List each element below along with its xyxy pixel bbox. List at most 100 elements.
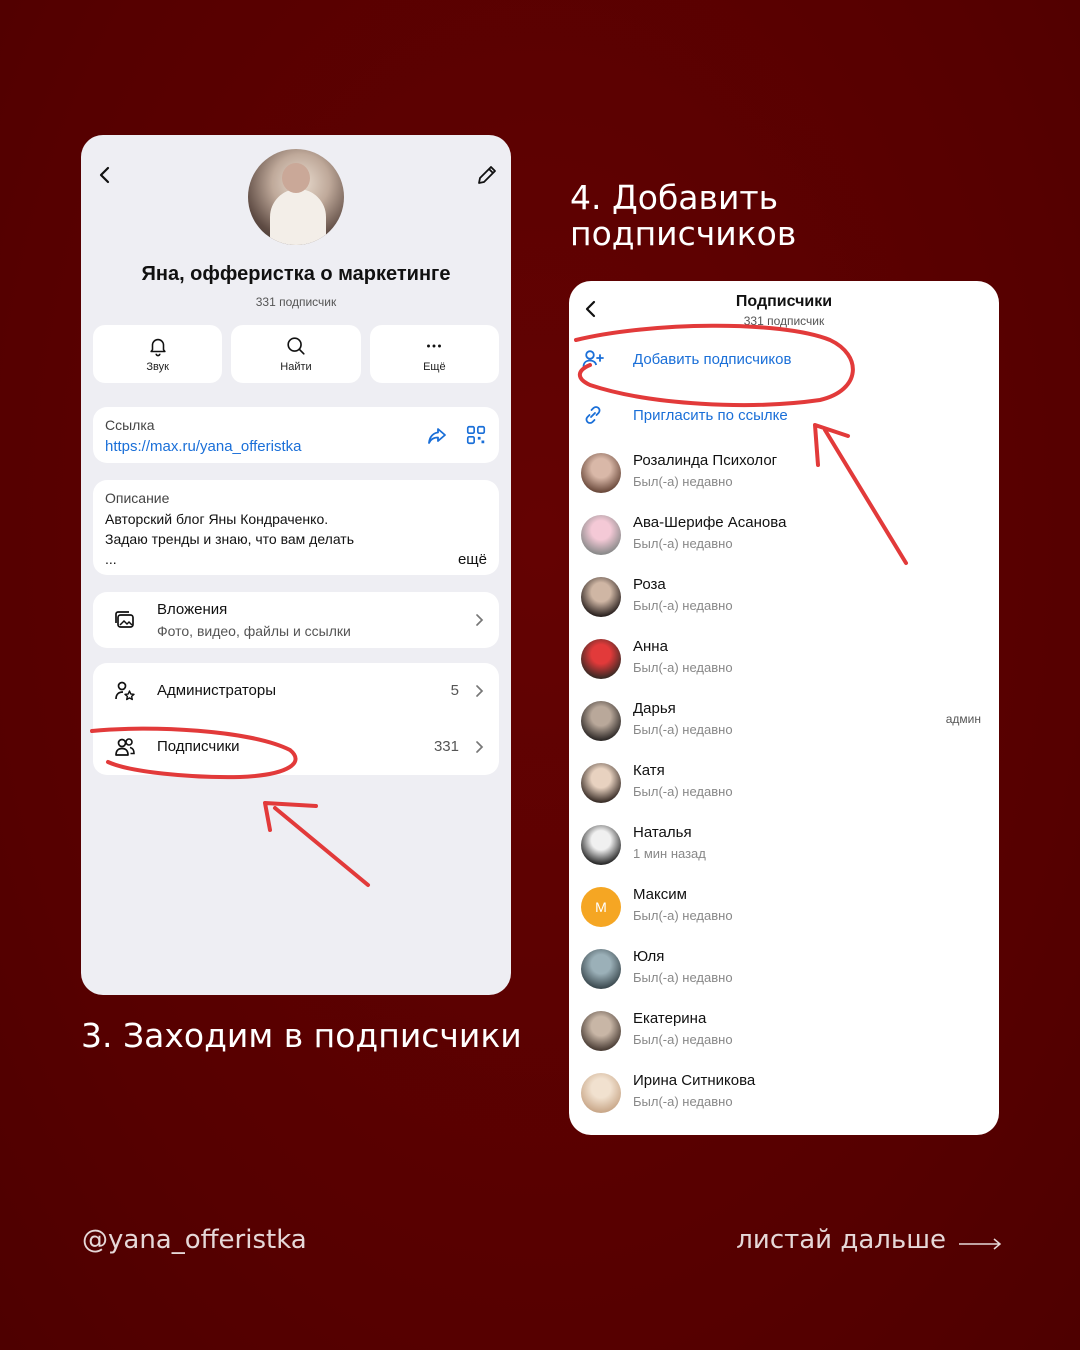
avatar-initial: М — [595, 899, 607, 915]
admins-title: Администраторы — [157, 682, 277, 699]
subscriber-row[interactable]: Роза Был(-а) недавно — [569, 567, 999, 629]
share-icon[interactable] — [425, 424, 449, 448]
profile-screen: Яна, офферистка о маркетинге 331 подписч… — [81, 135, 511, 995]
description-line-1: Авторский блог Яны Кондраченко. — [105, 511, 329, 527]
subscriber-status: Был(-а) недавно — [633, 722, 733, 737]
description-more-link[interactable]: ещё — [458, 551, 487, 568]
subscriber-name: Максим — [633, 886, 687, 903]
invite-link-label: Пригласить по ссылке — [633, 406, 788, 424]
description-line-2: Задаю тренды и знаю, что вам делать — [105, 531, 354, 547]
subscriber-row[interactable]: Екатерина Был(-а) недавно — [569, 1001, 999, 1063]
qr-code-icon[interactable] — [465, 424, 487, 446]
subscriber-name: Роза — [633, 576, 666, 593]
subscribers-row[interactable]: Подписчики 331 — [93, 719, 499, 775]
description-card: Описание Авторский блог Яны Кондраченко.… — [93, 480, 499, 575]
subscriber-row[interactable]: Дарья Был(-а) недавно админ — [569, 691, 999, 753]
subscriber-row[interactable]: Анна Был(-а) недавно — [569, 629, 999, 691]
chevron-right-icon — [476, 685, 484, 697]
subscriber-row[interactable]: Розалинда Психолог Был(-а) недавно — [569, 443, 999, 505]
screen-subtitle: 331 подписчик — [743, 314, 825, 328]
subscriber-row[interactable]: Ава-Шерифе Асанова Был(-а) недавно — [569, 505, 999, 567]
role-badge: админ — [945, 712, 981, 726]
step-3-caption: 3. Заходим в подписчики — [81, 1016, 522, 1055]
step-4-caption: 4. Добавить подписчиков — [570, 180, 796, 252]
gallery-icon — [115, 611, 134, 628]
subscriber-status: Был(-а) недавно — [633, 1094, 733, 1109]
invite-link-button[interactable]: Пригласить по ссылке — [581, 395, 788, 435]
subscribers-count: 331 — [433, 738, 459, 755]
subscriber-status: Был(-а) недавно — [633, 784, 733, 799]
attachments-title: Вложения — [157, 601, 228, 618]
subscriber-name: Ава-Шерифе Асанова — [633, 514, 787, 531]
sound-label: Звук — [146, 361, 169, 373]
back-arrow-icon[interactable] — [93, 163, 117, 187]
description-label: Описание — [105, 490, 170, 506]
avatar — [581, 949, 621, 989]
search-icon — [287, 337, 305, 355]
subscriber-name: Юля — [633, 948, 665, 965]
admins-count: 5 — [450, 682, 459, 699]
subscriber-row[interactable]: Ирина Ситникова Был(-а) недавно — [569, 1063, 999, 1125]
subscriber-status: Был(-а) недавно — [633, 536, 733, 551]
more-button[interactable]: Ещё — [369, 325, 499, 383]
attachments-subtitle: Фото, видео, файлы и ссылки — [157, 623, 351, 639]
subscriber-name: Ирина Ситникова — [633, 1072, 756, 1089]
add-subscribers-button[interactable]: Добавить подписчиков — [581, 339, 791, 379]
chevron-right-icon — [476, 614, 484, 626]
subscriber-status: Был(-а) недавно — [633, 660, 733, 675]
avatar — [581, 1011, 621, 1051]
next-hint: листай дальше — [736, 1225, 946, 1255]
subscribers-screen: Подписчики 331 подписчик Добавить подпис… — [569, 281, 999, 1135]
avatar — [581, 1073, 621, 1113]
subscriber-status: Был(-а) недавно — [633, 474, 733, 489]
subscriber-name: Наталья — [633, 824, 692, 841]
avatar — [581, 577, 621, 617]
sound-button[interactable]: Звук — [93, 325, 223, 383]
subscriber-status: 1 мин назад — [633, 846, 706, 861]
arrow-right-icon — [959, 1238, 1002, 1250]
profile-avatar — [248, 149, 344, 245]
subscriber-status: Был(-а) недавно — [633, 908, 733, 923]
subscriber-name: Розалинда Психолог — [633, 452, 778, 469]
author-handle: @yana_offeristka — [82, 1225, 307, 1255]
profile-link[interactable]: https://max.ru/yana_offeristka — [105, 438, 302, 455]
find-label: Найти — [280, 361, 312, 373]
avatar — [581, 825, 621, 865]
avatar — [581, 453, 621, 493]
subscriber-status: Был(-а) недавно — [633, 598, 733, 613]
users-icon — [115, 738, 135, 756]
subscriber-row[interactable]: Юля Был(-а) недавно — [569, 939, 999, 1001]
profile-subscriber-count: 331 подписчик — [255, 295, 337, 309]
subscriber-status: Был(-а) недавно — [633, 970, 733, 985]
subscribers-title: Подписчики — [157, 738, 240, 755]
add-subscribers-label: Добавить подписчиков — [633, 350, 792, 368]
pencil-icon[interactable] — [475, 163, 499, 187]
link-icon — [585, 406, 601, 424]
members-card: Администраторы 5 Подписчики 331 — [93, 663, 499, 775]
subscriber-row[interactable]: Катя Был(-а) недавно — [569, 753, 999, 815]
chevron-right-icon — [476, 741, 484, 753]
avatar — [581, 701, 621, 741]
more-icon — [427, 344, 442, 348]
profile-name: Яна, офферистка о маркетинге — [141, 263, 451, 285]
subscriber-name: Екатерина — [633, 1010, 707, 1027]
subscriber-row[interactable]: М Максим Был(-а) недавно — [569, 877, 999, 939]
avatar: М — [581, 887, 621, 927]
step-4-caption-line-2: подписчиков — [570, 214, 797, 253]
link-label: Ссылка — [105, 417, 155, 433]
bell-icon — [150, 338, 166, 357]
admins-row[interactable]: Администраторы 5 — [93, 663, 499, 719]
find-button[interactable]: Найти — [231, 325, 361, 383]
subscriber-status: Был(-а) недавно — [633, 1032, 733, 1047]
screen-title: Подписчики — [735, 293, 833, 310]
subscriber-name: Анна — [633, 638, 668, 655]
step-4-caption-line-1: 4. Добавить — [570, 178, 779, 217]
subscriber-name: Катя — [633, 762, 665, 779]
subscriber-name: Дарья — [633, 700, 676, 717]
subscriber-row[interactable]: Наталья 1 мин назад — [569, 815, 999, 877]
attachments-row[interactable]: Вложения Фото, видео, файлы и ссылки — [93, 592, 499, 648]
link-card: Ссылка https://max.ru/yana_offeristka — [93, 407, 499, 463]
avatar — [581, 515, 621, 555]
action-row: Звук Найти Ещё — [93, 325, 499, 383]
description-line-3: ... — [105, 551, 117, 567]
